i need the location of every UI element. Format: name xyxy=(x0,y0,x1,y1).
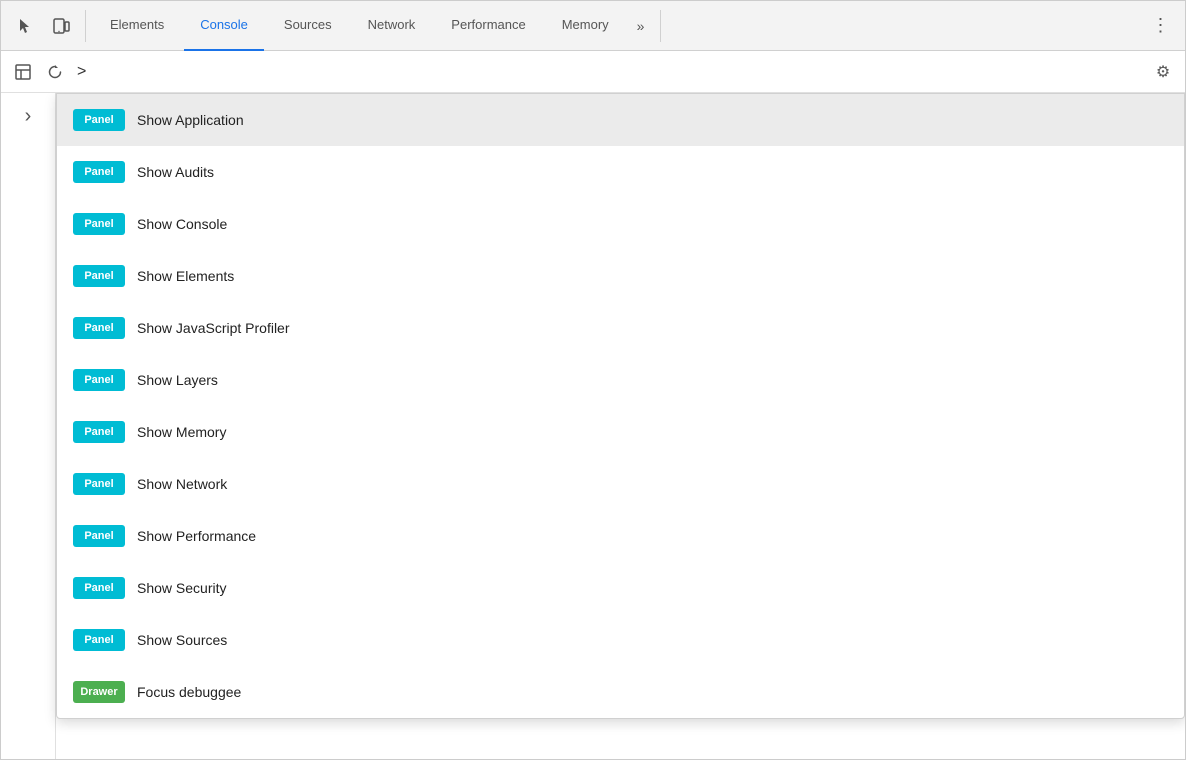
label-show-javascript-profiler: Show JavaScript Profiler xyxy=(137,320,290,336)
autocomplete-item-show-application[interactable]: Panel Show Application xyxy=(57,94,1184,146)
label-show-audits: Show Audits xyxy=(137,164,214,180)
autocomplete-item-show-memory[interactable]: Panel Show Memory xyxy=(57,406,1184,458)
device-mode-button[interactable] xyxy=(45,10,77,42)
badge-show-memory: Panel xyxy=(73,421,125,443)
badge-show-console: Panel xyxy=(73,213,125,235)
badge-show-network: Panel xyxy=(73,473,125,495)
drawer-toolbar: > ⚙ xyxy=(1,51,1185,93)
autocomplete-item-show-javascript-profiler[interactable]: Panel Show JavaScript Profiler xyxy=(57,302,1184,354)
tab-elements[interactable]: Elements xyxy=(94,1,180,51)
autocomplete-item-show-sources[interactable]: Panel Show Sources xyxy=(57,614,1184,666)
autocomplete-item-show-layers[interactable]: Panel Show Layers xyxy=(57,354,1184,406)
main-content: › PanelShow ApplicationPanelShow AuditsP… xyxy=(1,93,1185,759)
badge-show-elements: Panel xyxy=(73,265,125,287)
toolbar-divider-1 xyxy=(85,10,86,42)
autocomplete-item-show-elements[interactable]: Panel Show Elements xyxy=(57,250,1184,302)
label-show-security: Show Security xyxy=(137,580,226,596)
tab-sources[interactable]: Sources xyxy=(268,1,348,51)
badge-show-layers: Panel xyxy=(73,369,125,391)
drawer-panel-icon[interactable] xyxy=(9,58,37,86)
label-show-layers: Show Layers xyxy=(137,372,218,388)
console-prompt[interactable]: > xyxy=(73,63,1145,81)
label-show-console: Show Console xyxy=(137,216,227,232)
tab-memory[interactable]: Memory xyxy=(546,1,625,51)
label-show-performance: Show Performance xyxy=(137,528,256,544)
label-focus-debuggee: Focus debuggee xyxy=(137,684,241,700)
toolbar: Elements Console Sources Network Perform… xyxy=(1,1,1185,51)
badge-show-javascript-profiler: Panel xyxy=(73,317,125,339)
tab-network[interactable]: Network xyxy=(352,1,432,51)
more-tabs-button[interactable]: » xyxy=(629,18,653,34)
expand-chevron[interactable]: › xyxy=(21,101,36,132)
label-show-network: Show Network xyxy=(137,476,227,492)
badge-show-application: Panel xyxy=(73,109,125,131)
label-show-elements: Show Elements xyxy=(137,268,234,284)
autocomplete-item-show-network[interactable]: Panel Show Network xyxy=(57,458,1184,510)
autocomplete-item-show-security[interactable]: Panel Show Security xyxy=(57,562,1184,614)
autocomplete-item-show-console[interactable]: Panel Show Console xyxy=(57,198,1184,250)
badge-focus-debuggee: Drawer xyxy=(73,681,125,703)
badge-show-security: Panel xyxy=(73,577,125,599)
badge-show-audits: Panel xyxy=(73,161,125,183)
prompt-symbol: > xyxy=(77,63,86,81)
kebab-menu-button[interactable]: ⋮ xyxy=(1145,10,1177,42)
autocomplete-item-show-audits[interactable]: Panel Show Audits xyxy=(57,146,1184,198)
label-show-memory: Show Memory xyxy=(137,424,226,440)
autocomplete-item-focus-debuggee[interactable]: Drawer Focus debuggee xyxy=(57,666,1184,718)
badge-show-sources: Panel xyxy=(73,629,125,651)
toolbar-right: ⋮ xyxy=(1145,10,1177,42)
console-input[interactable] xyxy=(90,64,1145,79)
left-gutter: › xyxy=(1,93,56,759)
label-show-application: Show Application xyxy=(137,112,244,128)
toolbar-divider-2 xyxy=(660,10,661,42)
devtools-window: Elements Console Sources Network Perform… xyxy=(0,0,1186,760)
badge-show-performance: Panel xyxy=(73,525,125,547)
autocomplete-dropdown: PanelShow ApplicationPanelShow AuditsPan… xyxy=(56,93,1185,719)
tab-console[interactable]: Console xyxy=(184,1,264,51)
label-show-sources: Show Sources xyxy=(137,632,227,648)
settings-icon-button[interactable]: ⚙ xyxy=(1149,58,1177,86)
cursor-icon-button[interactable] xyxy=(9,10,41,42)
refresh-icon[interactable] xyxy=(41,58,69,86)
autocomplete-item-show-performance[interactable]: Panel Show Performance xyxy=(57,510,1184,562)
tab-performance[interactable]: Performance xyxy=(435,1,541,51)
